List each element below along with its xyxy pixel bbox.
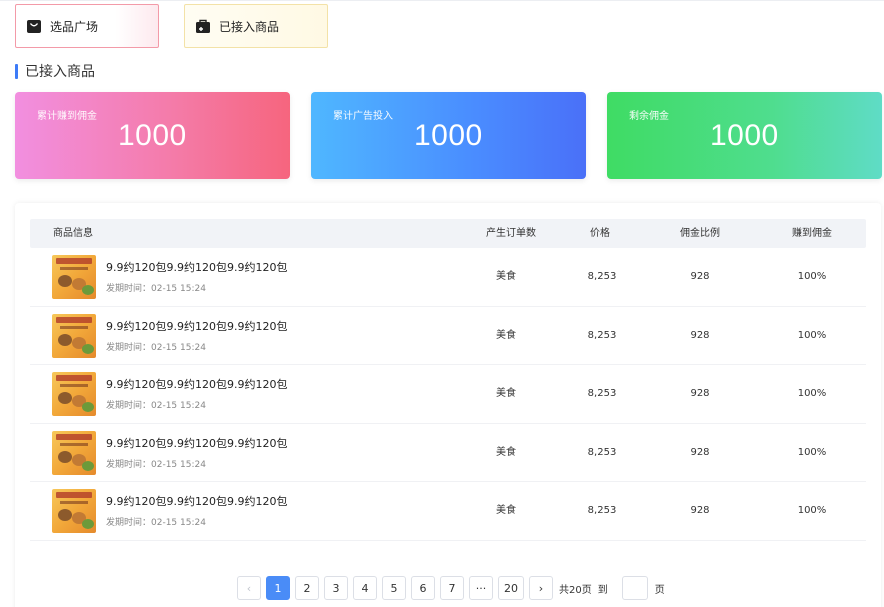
product-name: 9.9约120包9.9约120包9.9约120包: [106, 378, 288, 392]
page-suffix: 页: [654, 584, 665, 596]
product-thumbnail: [52, 313, 96, 358]
product-time: 发期时间：02-15 15:24: [106, 518, 206, 529]
page-ellipsis-button[interactable]: ···: [469, 576, 493, 600]
cell-rate: 928: [690, 446, 710, 458]
cell-price: 8,253: [587, 388, 617, 400]
cell-earned: 100%: [797, 329, 827, 341]
page-button-5[interactable]: 5: [382, 576, 406, 600]
cell-earned: 100%: [797, 388, 827, 400]
header-price: 价格: [590, 228, 610, 239]
product-time: 发期时间：02-15 15:24: [106, 342, 206, 353]
page-button-6[interactable]: 6: [411, 576, 435, 600]
total-pages-text: 共20页: [559, 584, 592, 596]
table-row[interactable]: 9.9约120包9.9约120包9.9约120包 发期时间：02-15 15:2…: [30, 248, 866, 307]
page-button-2[interactable]: 2: [295, 576, 319, 600]
table-header: 商品信息 产生订单数 价格 佣金比例 赚到佣金: [30, 219, 866, 248]
pagination: ‹ 1 2 3 4 5 6 7 ··· 20 › 共20页 到 页: [237, 576, 665, 600]
product-name: 9.9约120包9.9约120包9.9约120包: [106, 319, 288, 333]
header-earned-commission: 赚到佣金: [792, 228, 832, 239]
cell-orders: 美食: [496, 505, 516, 517]
tab-product-square[interactable]: 选品广场: [15, 4, 159, 48]
page-button-20[interactable]: 20: [498, 576, 524, 600]
prev-page-button[interactable]: ‹: [237, 576, 261, 600]
product-time: 发期时间：02-15 15:24: [106, 284, 206, 294]
product-name: 9.9约120包9.9约120包9.9约120包: [106, 495, 288, 509]
page-button-7[interactable]: 7: [440, 576, 464, 600]
briefcase-plus-icon: [195, 18, 211, 34]
cell-rate: 928: [690, 329, 710, 341]
cell-rate: 928: [690, 388, 710, 400]
cell-price: 8,253: [587, 271, 617, 282]
product-thumbnail: [52, 255, 96, 299]
product-time: 发期时间：02-15 15:24: [106, 401, 206, 412]
table-row[interactable]: 9.9约120包9.9约120包9.9约120包 发期时间：02-15 15:2…: [30, 424, 866, 483]
stat-label: 累计赚到佣金: [37, 111, 97, 122]
product-name: 9.9约120包9.9约120包9.9约120包: [106, 261, 288, 274]
cell-earned: 100%: [797, 446, 827, 458]
page-button-4[interactable]: 4: [353, 576, 377, 600]
header-commission-rate: 佣金比例: [680, 228, 720, 239]
stat-card-ad-spend: 累计广告投入 1000: [311, 92, 586, 179]
header-orders: 产生订单数: [486, 228, 536, 239]
section-title-text: 已接入商品: [25, 64, 95, 80]
cell-price: 8,253: [587, 505, 617, 517]
next-page-button[interactable]: ›: [529, 576, 553, 600]
cell-price: 8,253: [587, 446, 617, 458]
cell-rate: 928: [690, 271, 710, 282]
goto-page-input[interactable]: [621, 576, 648, 600]
product-time: 发期时间：02-15 15:24: [106, 459, 206, 470]
table-row[interactable]: 9.9约120包9.9约120包9.9约120包 发期时间：02-15 15:2…: [30, 307, 866, 366]
stat-value: 1000: [710, 119, 779, 152]
table-body: 9.9约120包9.9约120包9.9约120包 发期时间：02-15 15:2…: [30, 248, 866, 541]
product-thumbnail: [52, 430, 96, 475]
cell-orders: 美食: [496, 329, 516, 341]
product-name: 9.9约120包9.9约120包9.9约120包: [106, 436, 288, 450]
stat-value: 1000: [118, 119, 187, 152]
shopping-bag-icon: [26, 18, 42, 34]
stat-label: 累计广告投入: [333, 111, 393, 122]
section-title: 已接入商品: [15, 62, 95, 80]
page-button-3[interactable]: 3: [324, 576, 348, 600]
products-table-panel: 商品信息 产生订单数 价格 佣金比例 赚到佣金 9.9约120包9.9约120包…: [15, 203, 881, 607]
table-row[interactable]: 9.9约120包9.9约120包9.9约120包 发期时间：02-15 15:2…: [30, 365, 866, 424]
cell-price: 8,253: [587, 329, 617, 341]
cell-orders: 美食: [496, 271, 516, 282]
cell-earned: 100%: [797, 271, 827, 282]
cell-orders: 美食: [496, 446, 516, 458]
product-thumbnail: [52, 489, 96, 534]
tab-label: 选品广场: [50, 19, 99, 34]
page-button-1[interactable]: 1: [266, 576, 290, 600]
cell-rate: 928: [690, 505, 710, 517]
cell-earned: 100%: [797, 505, 827, 517]
stat-value: 1000: [414, 119, 483, 152]
stat-card-remaining-commission: 剩余佣金 1000: [607, 92, 882, 179]
header-product-info: 商品信息: [53, 228, 93, 239]
goto-label: 到: [597, 584, 608, 596]
stat-card-total-commission: 累计赚到佣金 1000: [15, 92, 290, 179]
tab-label: 已接入商品: [219, 19, 280, 34]
top-divider: [0, 0, 884, 1]
cell-orders: 美食: [496, 388, 516, 400]
stat-label: 剩余佣金: [629, 111, 669, 122]
table-row[interactable]: 9.9约120包9.9约120包9.9约120包 发期时间：02-15 15:2…: [30, 482, 866, 541]
product-thumbnail: [52, 372, 96, 417]
section-accent-bar: [15, 63, 18, 79]
tab-connected-products[interactable]: 已接入商品: [184, 4, 328, 48]
